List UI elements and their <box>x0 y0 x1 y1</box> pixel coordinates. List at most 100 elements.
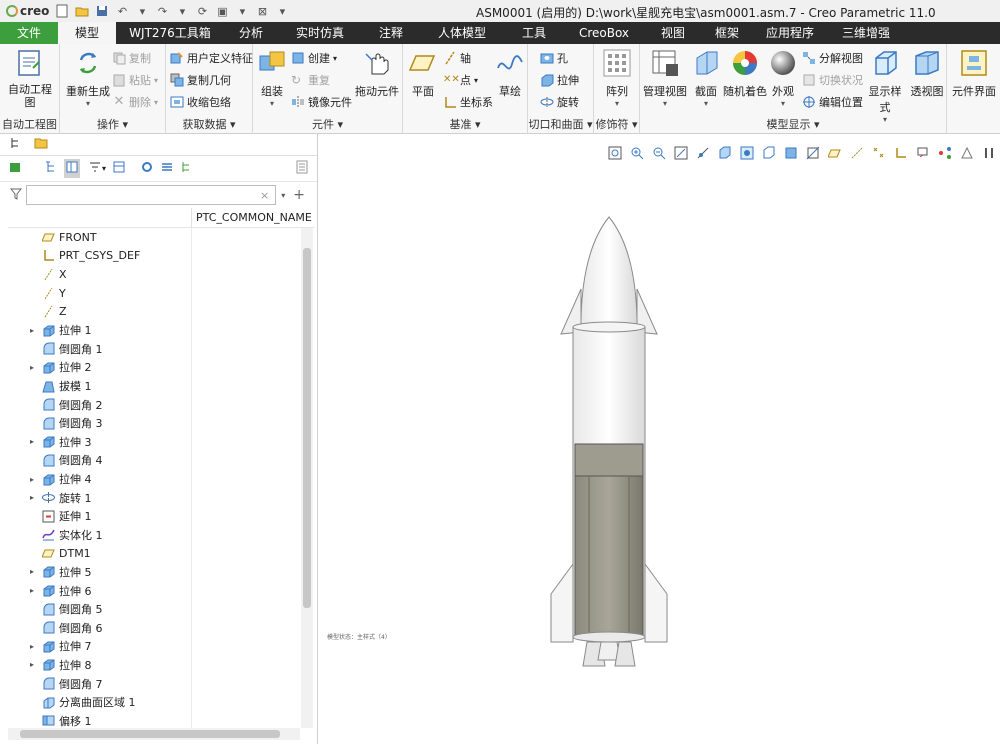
undo-dropdown-icon[interactable]: ▾ <box>135 4 149 18</box>
tree-row[interactable]: Z <box>8 302 300 321</box>
tab-realtime-simulation[interactable]: 实时仿真 <box>278 22 362 44</box>
clear-search-icon[interactable]: × <box>260 189 269 202</box>
axis-button[interactable]: 轴 <box>443 50 471 66</box>
more-tools-icon[interactable] <box>958 144 976 162</box>
tree-row[interactable]: 倒圆角 3 <box>8 414 300 433</box>
copy-button[interactable]: 复制 <box>112 50 151 66</box>
tab-3d-enhance[interactable]: 三维增强 <box>828 22 904 44</box>
expand-arrow-icon[interactable]: ▸ <box>30 363 38 372</box>
tree-structure-icon[interactable] <box>44 160 58 177</box>
datum-points-icon[interactable] <box>870 144 888 162</box>
paste-button[interactable]: 粘贴 ▾ <box>112 72 158 88</box>
tab-wjt276-toolbox[interactable]: WJT276工具箱 <box>116 22 224 44</box>
rocket-model[interactable] <box>539 214 679 674</box>
auto-drawing-button[interactable]: 自动工程图 <box>6 48 54 109</box>
close-window-icon[interactable]: ⊠ <box>255 4 269 18</box>
copy-geometry-button[interactable]: 复制几何 <box>170 72 231 88</box>
perspective-view-icon[interactable] <box>760 144 778 162</box>
tab-tools[interactable]: 工具 <box>504 22 564 44</box>
group-label-operations[interactable]: 操作 ▾ <box>60 116 165 132</box>
tree-row[interactable]: 偏移 1 <box>8 711 300 728</box>
pattern-button[interactable]: 阵列 ▾ <box>598 48 636 108</box>
plane-button[interactable]: 平面 <box>405 48 441 99</box>
assemble-dropdown-icon[interactable]: ▾ <box>255 99 289 108</box>
tab-applications[interactable]: 应用程序 <box>752 22 828 44</box>
tree-row[interactable]: ▸ 拉伸 8 <box>8 656 300 675</box>
redo-dropdown-icon[interactable]: ▾ <box>175 4 189 18</box>
csys-display-icon[interactable] <box>892 144 910 162</box>
zoom-in-icon[interactable] <box>628 144 646 162</box>
customize-toolbar-icon[interactable]: ▾ <box>275 4 289 18</box>
point-dropdown-icon[interactable]: ▾ <box>474 76 478 85</box>
tree-row[interactable]: 拔模 1 <box>8 377 300 396</box>
delete-dropdown-icon[interactable]: ▾ <box>154 98 158 107</box>
section-button[interactable]: 截面 ▾ <box>690 48 722 108</box>
expand-arrow-icon[interactable]: ▸ <box>30 493 38 502</box>
paste-dropdown-icon[interactable]: ▾ <box>154 76 158 85</box>
search-dropdown-icon[interactable]: ▾ <box>281 191 285 200</box>
tab-file[interactable]: 文件 <box>0 22 58 44</box>
view-manager-icon[interactable] <box>738 144 756 162</box>
undo-icon[interactable]: ↶ <box>115 4 129 18</box>
group-label-get-data[interactable]: 获取数据 ▾ <box>166 116 252 132</box>
expand-arrow-icon[interactable]: ▸ <box>30 642 38 651</box>
revolve-button[interactable]: 旋转 <box>540 94 579 110</box>
tree-row[interactable]: 倒圆角 4 <box>8 451 300 470</box>
column-header-common-name[interactable]: PTC_COMMON_NAME <box>191 208 314 228</box>
pause-icon[interactable] <box>980 144 998 162</box>
group-label-datum[interactable]: 基准 ▾ <box>403 116 527 132</box>
regenerate-dropdown-icon[interactable]: ▾ <box>64 99 112 108</box>
tree-row[interactable]: FRONT <box>8 228 300 247</box>
model-tree-tab-icon[interactable] <box>10 137 22 152</box>
tree-columns-icon[interactable] <box>112 160 126 177</box>
manage-views-button[interactable]: 管理视图 ▾ <box>642 48 688 108</box>
tree-row[interactable]: 倒圆角 6 <box>8 618 300 637</box>
tree-row[interactable]: X <box>8 265 300 284</box>
tree-row[interactable]: 倒圆角 1 <box>8 340 300 359</box>
repaint-icon[interactable] <box>672 144 690 162</box>
point-button[interactable]: ✕✕ 点 ▾ <box>443 72 478 88</box>
toggle-state-button[interactable]: 切换状况 <box>802 72 863 88</box>
create-dropdown-icon[interactable]: ▾ <box>333 54 337 63</box>
tree-search-input[interactable] <box>26 185 276 205</box>
tree-horizontal-scrollbar[interactable] <box>8 728 300 740</box>
expand-arrow-icon[interactable]: ▸ <box>30 586 38 595</box>
tree-row[interactable]: ▸ 拉伸 6 <box>8 581 300 600</box>
expand-arrow-icon[interactable]: ▸ <box>30 567 38 576</box>
spin-center-icon[interactable] <box>936 144 954 162</box>
group-label-cut-surface[interactable]: 切口和曲面 ▾ <box>528 116 593 132</box>
redo-icon[interactable]: ↷ <box>155 4 169 18</box>
tab-model[interactable]: 模型 <box>58 22 116 44</box>
tree-row[interactable]: ▸ 拉伸 1 <box>8 321 300 340</box>
section-view-icon[interactable] <box>804 144 822 162</box>
tree-row[interactable]: 分离曲面区域 1 <box>8 693 300 712</box>
appearance-dropdown-icon[interactable]: ▾ <box>768 99 798 108</box>
tree-row[interactable]: ▸ 旋转 1 <box>8 488 300 507</box>
tree-row[interactable]: ▸ 拉伸 3 <box>8 433 300 452</box>
csys-button[interactable]: 坐标系 <box>443 94 493 110</box>
datum-planes-icon[interactable] <box>826 144 844 162</box>
hole-button[interactable]: 孔 <box>540 50 568 66</box>
tree-row[interactable]: ▸ 拉伸 7 <box>8 637 300 656</box>
open-folder-icon[interactable] <box>75 4 89 18</box>
tree-row[interactable]: ▸ 拉伸 4 <box>8 470 300 489</box>
perspective-button[interactable]: 透视图 <box>908 48 946 99</box>
display-filter-icon[interactable] <box>8 160 22 177</box>
tree-filter-dropdown-icon[interactable]: ▾ <box>102 164 106 173</box>
tree-vertical-scrollbar[interactable] <box>301 228 313 728</box>
element-ui-button[interactable]: 元件界面 <box>949 48 999 99</box>
tree-row[interactable]: 倒圆角 7 <box>8 674 300 693</box>
expand-arrow-icon[interactable]: ▸ <box>30 437 38 446</box>
annotations-icon[interactable] <box>914 144 932 162</box>
regenerate-icon[interactable]: ⟳ <box>195 4 209 18</box>
folder-browser-tab-icon[interactable] <box>34 136 48 153</box>
pattern-dropdown-icon[interactable]: ▾ <box>598 99 636 108</box>
tab-analysis[interactable]: 分析 <box>224 22 278 44</box>
expand-arrow-icon[interactable]: ▸ <box>30 475 38 484</box>
group-label-component[interactable]: 元件 ▾ <box>253 116 402 132</box>
sketch-button[interactable]: 草绘 <box>493 48 527 99</box>
tab-creobox[interactable]: CreoBox <box>564 22 644 44</box>
random-color-button[interactable]: 随机着色 <box>722 48 768 99</box>
tab-framework[interactable]: 框架 <box>702 22 752 44</box>
assemble-button[interactable]: 组装 ▾ <box>255 48 289 108</box>
